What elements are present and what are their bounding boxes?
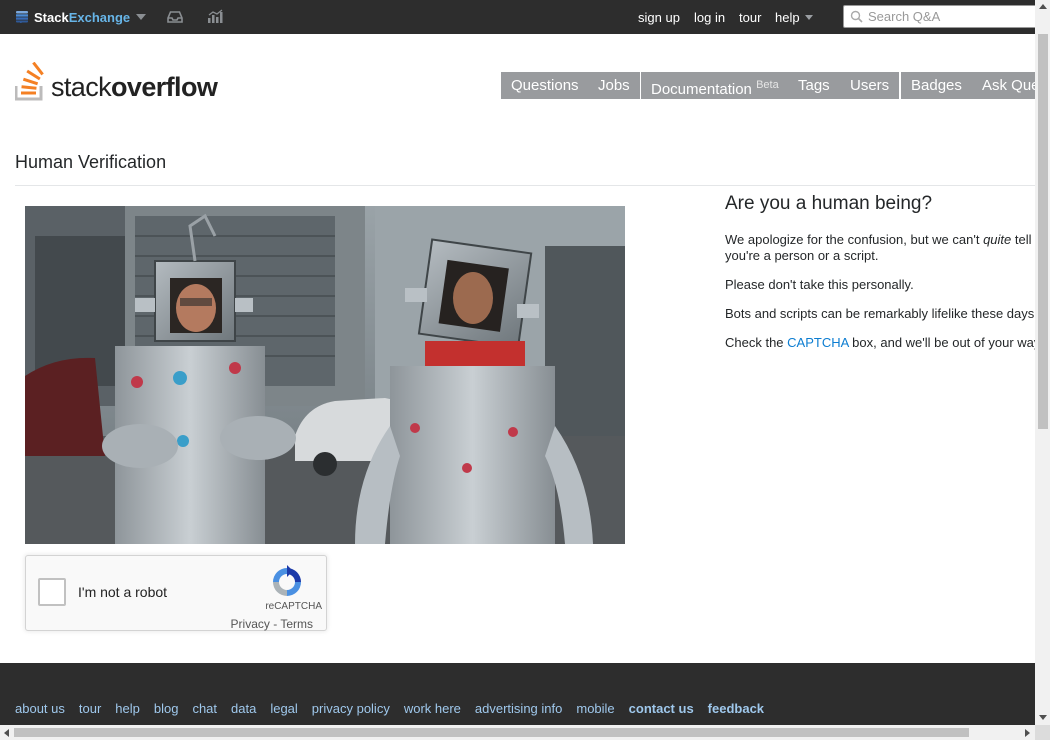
nav-users[interactable]: Users [840, 72, 900, 99]
login-wrap: log in [694, 0, 725, 34]
sign-up-link[interactable]: sign up [638, 10, 680, 25]
recaptcha-brand: reCAPTCHA [265, 601, 322, 612]
footer-link[interactable]: work here [404, 701, 461, 716]
top-bar: Stack Exchange sign up log in tour help [0, 0, 1050, 34]
stackexchange-logo-icon [16, 11, 28, 23]
scroll-up-arrow-icon[interactable] [1039, 4, 1047, 9]
log-in-link[interactable]: log in [694, 10, 725, 25]
robot-costumes-image [25, 206, 625, 544]
scroll-down-arrow-icon[interactable] [1039, 715, 1047, 720]
chevron-down-icon [136, 14, 147, 20]
logo-stack-text: stack [51, 72, 112, 102]
nav-questions[interactable]: Questions [501, 72, 589, 99]
help-menu[interactable]: help [775, 0, 813, 34]
chevron-down-icon [804, 14, 813, 20]
nav-documentation[interactable]: Documentation Beta [641, 72, 789, 99]
search-box[interactable] [843, 5, 1043, 28]
lifelike-paragraph: Bots and scripts can be remarkably lifel… [725, 306, 1038, 321]
topbar-links: sign up [638, 0, 680, 34]
tour-link[interactable]: tour [739, 10, 761, 25]
footer-link[interactable]: help [115, 701, 140, 716]
search-input[interactable] [864, 9, 1038, 24]
recaptcha-widget: I'm not a robot reCAPTCHA Privacy - Term… [25, 555, 327, 631]
footer-link[interactable]: data [231, 701, 256, 716]
help-link[interactable]: help [775, 10, 800, 25]
footer-link[interactable]: blog [154, 701, 179, 716]
scroll-right-arrow-icon[interactable] [1025, 729, 1030, 737]
recaptcha-label: I'm not a robot [78, 584, 168, 600]
nav-jobs[interactable]: Jobs [588, 72, 640, 99]
horizontal-scrollbar-thumb[interactable] [14, 728, 969, 737]
nav-ask-question[interactable]: Ask Question [972, 72, 1035, 99]
footer-link[interactable]: tour [79, 701, 101, 716]
inbox-icon[interactable] [166, 9, 184, 24]
brand-stack: Stack [34, 9, 69, 25]
recaptcha-terms: Privacy - Terms [231, 617, 313, 631]
search-icon [850, 10, 863, 23]
stackoverflow-logo[interactable]: stackoverflow [15, 62, 218, 102]
captcha-paragraph: Check the CAPTCHA box, and we'll be out … [725, 335, 1045, 351]
feedback-link[interactable]: feedback [708, 701, 764, 716]
recaptcha-logo-icon [273, 565, 301, 596]
achievements-icon[interactable] [207, 9, 224, 24]
footer-link[interactable]: mobile [576, 701, 614, 716]
contact-us-link[interactable]: contact us [629, 701, 694, 716]
scroll-left-arrow-icon[interactable] [4, 729, 9, 737]
footer-link[interactable]: chat [192, 701, 217, 716]
footer-link[interactable]: advertising info [475, 701, 562, 716]
apology-text-a: We apologize for the confusion, but we c… [725, 232, 984, 247]
footer-link[interactable]: privacy policy [312, 701, 390, 716]
terms-separator: - [269, 617, 281, 631]
nav-tags[interactable]: Tags [788, 72, 840, 99]
verification-heading: Are you a human being? [725, 193, 933, 214]
apology-emphasis: quite [983, 232, 1012, 247]
personal-paragraph: Please don't take this personally. [725, 277, 914, 292]
nav-badges[interactable]: Badges [901, 72, 972, 99]
vertical-scrollbar-thumb[interactable] [1038, 34, 1048, 429]
nav-documentation-label: Documentation [651, 81, 752, 98]
captcha-text-b: box, and we'll be out of your way. [848, 335, 1044, 350]
logo-overflow-text: overflow [111, 72, 218, 102]
beta-badge: Beta [756, 79, 779, 91]
scrollbar-corner [1035, 725, 1050, 740]
divider [15, 185, 1035, 186]
brand-exchange: Exchange [68, 9, 131, 25]
page-title: Human Verification [15, 152, 167, 172]
footer-link[interactable]: legal [270, 701, 297, 716]
terms-link[interactable]: Terms [280, 617, 313, 631]
tour-wrap: tour [739, 0, 761, 34]
captcha-text-a: Check the [725, 335, 788, 350]
recaptcha-checkbox[interactable] [38, 578, 66, 606]
footer-link[interactable]: about us [15, 701, 65, 716]
logo-wordmark: stackoverflow [51, 72, 218, 102]
stackexchange-menu[interactable]: Stack Exchange [16, 0, 147, 34]
stackoverflow-logo-icon [15, 62, 44, 101]
privacy-link[interactable]: Privacy [231, 617, 270, 631]
apology-paragraph: We apologize for the confusion, but we c… [725, 232, 1045, 264]
footer-links: about us tour help blog chat data legal … [15, 701, 778, 716]
captcha-link[interactable]: CAPTCHA [787, 335, 848, 350]
verification-message: Are you a human being? We apologize for … [725, 193, 1045, 364]
